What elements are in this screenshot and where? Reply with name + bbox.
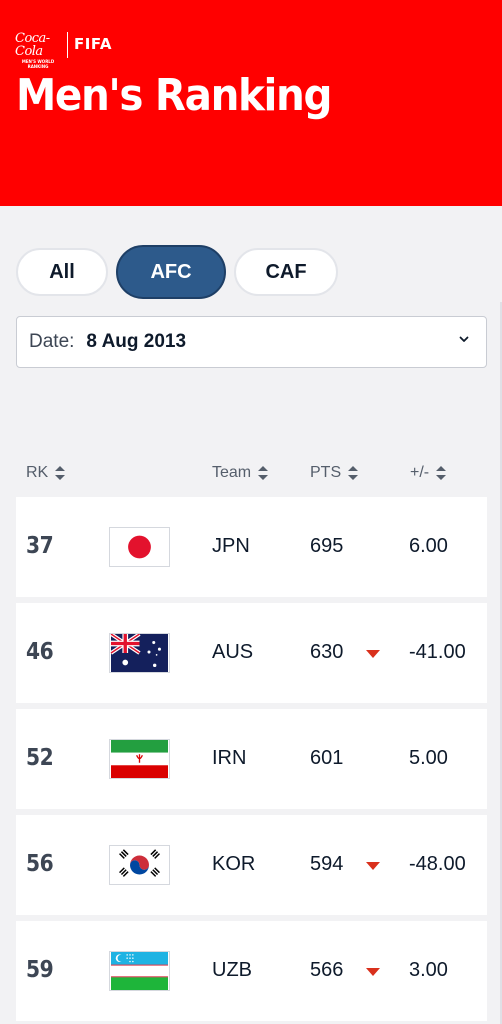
south-korea-flag-icon [109,845,170,885]
filter-caf-button[interactable]: CAF [234,248,338,296]
column-header-change[interactable]: +/- [410,461,447,485]
iran-flag-icon [109,739,170,779]
change-value: -41.00 [409,641,466,663]
trend-down-icon [366,862,380,870]
points-value: 630 [310,641,344,663]
team-code: KOR [212,853,256,875]
change-value: -48.00 [409,853,466,875]
rank-value: 46 [26,639,54,665]
trend-down-icon [366,650,380,658]
points-value: 566 [310,959,344,981]
logo-divider [67,32,68,58]
change-value: 5.00 [409,747,448,769]
table-row[interactable]: 52 IRN 601 5.00 [16,709,487,809]
team-code: JPN [212,535,250,557]
rank-value: 52 [26,745,54,771]
table-row[interactable]: 37 JPN 695 6.00 [16,497,487,597]
points-value: 695 [310,535,344,557]
table-row[interactable]: 46 AUS 630 -41.00 [16,603,487,703]
points-value: 601 [310,747,344,769]
uzbekistan-flag-icon [109,951,170,991]
change-value: 3.00 [409,959,448,981]
date-label: Date: [29,331,75,352]
fifa-coca-cola-logo[interactable]: Coca-Cola MEN'S WORLD RANKING FIFA [15,32,112,69]
page-header: Coca-Cola MEN'S WORLD RANKING FIFA Men's… [0,0,502,206]
trend-down-icon [366,968,380,976]
change-value: 6.00 [409,535,448,557]
date-value: 8 Aug 2013 [86,331,187,352]
japan-flag-icon [109,527,170,567]
column-header-change-label: +/- [410,464,430,481]
sort-icon [348,466,359,480]
filter-afc-button[interactable]: AFC [116,245,226,299]
coca-cola-logo: Coca-Cola MEN'S WORLD RANKING [15,32,61,69]
sort-icon [436,466,447,480]
sort-icon [258,466,269,480]
australia-flag-icon [109,633,170,673]
table-row[interactable]: 56 KOR 594 -48.00 [16,815,487,915]
column-header-rank-label: RK [26,464,49,481]
column-header-points[interactable]: PTS [310,461,359,485]
column-header-team-label: Team [212,464,252,481]
logo-subtitle: MEN'S WORLD RANKING [21,59,55,69]
chevron-down-icon [459,336,469,342]
sort-icon [55,466,66,480]
page-title: Men's Ranking [16,70,332,121]
rank-value: 59 [26,957,54,983]
filter-all-button[interactable]: All [16,248,108,296]
rank-value: 37 [26,533,54,559]
points-value: 594 [310,853,344,875]
team-code: AUS [212,641,254,663]
rank-value: 56 [26,851,54,877]
column-header-team[interactable]: Team [212,461,269,485]
coca-cola-wordmark: Coca-Cola [15,31,50,59]
table-row[interactable]: 59 UZB 566 3.00 [16,921,487,1021]
team-code: IRN [212,747,247,769]
date-select[interactable]: Date: 8 Aug 2013 [16,316,487,368]
fifa-wordmark: FIFA [74,35,112,53]
column-header-points-label: PTS [310,464,342,481]
column-header-rank[interactable]: RK [26,461,66,485]
team-code: UZB [212,959,252,981]
